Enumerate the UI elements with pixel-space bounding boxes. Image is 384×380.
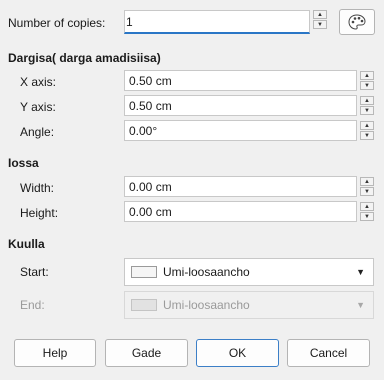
reset-button[interactable]: Gade [105,339,188,367]
cancel-button[interactable]: Cancel [287,339,370,367]
decrement-icon[interactable]: ▼ [360,131,374,140]
start-color-dropdown[interactable]: Umi-loosaancho ▼ [124,258,374,286]
x-axis-stepper[interactable]: ▲ ▼ [360,71,374,90]
angle-stepper[interactable]: ▲ ▼ [360,121,374,140]
angle-label: Angle: [20,125,55,139]
help-button[interactable]: Help [14,339,96,367]
increment-icon[interactable]: ▲ [360,121,374,130]
end-color-dropdown: Umi-loosaancho ▼ [124,291,374,319]
copies-value: 1 [126,14,133,29]
ok-button[interactable]: OK [196,339,279,367]
width-label: Width: [20,181,55,195]
width-input[interactable]: 0.00 cm [124,176,357,197]
end-color-label: End: [20,298,45,312]
decrement-icon[interactable]: ▼ [360,187,374,196]
angle-value: 0.00° [129,123,158,138]
x-axis-label: X axis: [20,75,57,89]
placement-heading: Dargisa( darga amadisiisa) [8,51,161,65]
height-label: Height: [20,206,59,220]
start-color-label: Start: [20,265,49,279]
height-value: 0.00 cm [129,204,172,219]
height-stepper[interactable]: ▲ ▼ [360,202,374,221]
chevron-down-icon: ▼ [356,267,365,277]
decrement-icon[interactable]: ▼ [360,212,374,221]
y-axis-input[interactable]: 0.50 cm [124,95,357,116]
select-object-button[interactable] [339,9,375,35]
color-swatch [131,266,157,278]
increment-icon[interactable]: ▲ [313,10,327,19]
color-swatch [131,299,157,311]
decrement-icon[interactable]: ▼ [313,20,327,29]
copies-stepper[interactable]: ▲ ▼ [313,10,327,29]
y-axis-label: Y axis: [20,100,56,114]
palette-icon [348,14,366,30]
copies-label: Number of copies: [8,16,106,30]
increment-icon[interactable]: ▲ [360,71,374,80]
angle-input[interactable]: 0.00° [124,120,357,141]
increment-icon[interactable]: ▲ [360,202,374,211]
increment-icon[interactable]: ▲ [360,177,374,186]
y-axis-value: 0.50 cm [129,98,172,113]
x-axis-value: 0.50 cm [129,73,172,88]
increment-icon[interactable]: ▲ [360,96,374,105]
copies-input[interactable]: 1 [124,10,310,34]
y-axis-stepper[interactable]: ▲ ▼ [360,96,374,115]
colors-heading: Kuulla [8,237,45,251]
width-stepper[interactable]: ▲ ▼ [360,177,374,196]
decrement-icon[interactable]: ▼ [360,106,374,115]
start-color-value: Umi-loosaancho [163,265,250,279]
enlargement-heading: Iossa [8,156,39,170]
end-color-value: Umi-loosaancho [163,298,250,312]
width-value: 0.00 cm [129,179,172,194]
x-axis-input[interactable]: 0.50 cm [124,70,357,91]
height-input[interactable]: 0.00 cm [124,201,357,222]
chevron-down-icon: ▼ [356,300,365,310]
decrement-icon[interactable]: ▼ [360,81,374,90]
